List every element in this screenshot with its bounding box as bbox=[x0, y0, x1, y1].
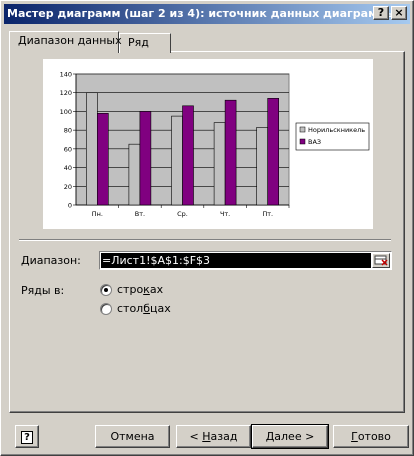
y-tick-label: 120 bbox=[60, 89, 72, 97]
y-tick-label: 80 bbox=[64, 127, 72, 135]
range-value: =Лист1!$A$1:$F$3 bbox=[101, 253, 371, 268]
bar bbox=[139, 111, 152, 206]
legend-label: ВАЗ bbox=[308, 138, 321, 146]
tab-data-range-label: Диапазон данных bbox=[18, 34, 122, 47]
legend-swatch bbox=[299, 126, 306, 133]
y-tick-label: 100 bbox=[60, 108, 72, 116]
columns-radio-label[interactable]: столбцах bbox=[117, 302, 171, 315]
finish-button[interactable]: Готово bbox=[333, 425, 409, 448]
bar bbox=[224, 99, 237, 206]
rows-radio[interactable] bbox=[100, 284, 112, 296]
chart-preview: 0 20 40 60 80 100 120 140 Пн. Вт. Ср. Чт. Пт. Норильс… bbox=[43, 59, 373, 229]
columns-radio[interactable] bbox=[100, 303, 112, 315]
rows-radio-label[interactable]: строках bbox=[117, 283, 163, 296]
bar bbox=[96, 112, 109, 206]
tab-series[interactable]: Ряд bbox=[119, 33, 171, 53]
x-tick-label: Пн. bbox=[92, 210, 103, 218]
legend-label: Норильскникель bbox=[308, 126, 365, 134]
bar bbox=[267, 98, 279, 206]
collapse-dialog-button[interactable] bbox=[372, 253, 390, 268]
y-tick-label: 140 bbox=[60, 71, 72, 79]
y-tick-label: 60 bbox=[64, 145, 72, 153]
title-close-button[interactable]: × bbox=[391, 6, 407, 20]
collapse-dialog-icon bbox=[374, 255, 388, 266]
x-tick-label: Чт. bbox=[220, 210, 230, 218]
help-icon: ? bbox=[21, 431, 33, 444]
next-button[interactable]: Далее > bbox=[251, 424, 329, 449]
bar bbox=[171, 115, 183, 206]
title-bar: Мастер диаграмм (шаг 2 из 4): источник д… bbox=[4, 4, 410, 24]
x-tick-label: Ср. bbox=[177, 210, 188, 218]
y-tick-label: 0 bbox=[68, 202, 72, 210]
y-tick-label: 40 bbox=[64, 164, 72, 172]
separator bbox=[19, 239, 391, 241]
series-in-label: Ряды в: bbox=[21, 284, 65, 297]
bar bbox=[256, 127, 268, 206]
help-button[interactable]: ? bbox=[15, 425, 39, 448]
bar bbox=[213, 122, 226, 206]
range-input[interactable]: =Лист1!$A$1:$F$3 bbox=[99, 251, 392, 270]
legend-swatch bbox=[299, 138, 306, 145]
bar bbox=[85, 92, 98, 206]
close-icon: × bbox=[394, 6, 404, 19]
bar bbox=[128, 143, 141, 206]
title-help-button[interactable]: ? bbox=[373, 6, 389, 20]
cancel-button[interactable]: Отмена bbox=[95, 425, 170, 448]
tab-data-range[interactable]: Диапазон данных bbox=[9, 31, 122, 53]
back-button[interactable]: < Назад bbox=[176, 425, 251, 448]
tab-series-label: Ряд bbox=[128, 36, 149, 49]
x-tick-label: Вт. bbox=[135, 210, 145, 218]
help-icon: ? bbox=[377, 6, 385, 19]
chart-wizard-dialog: Мастер диаграмм (шаг 2 из 4): источник д… bbox=[0, 0, 414, 456]
x-tick-label: Пт. bbox=[262, 210, 273, 218]
range-label: Диапазон: bbox=[21, 254, 81, 267]
bar bbox=[182, 105, 194, 206]
y-tick-label: 20 bbox=[64, 183, 72, 191]
chart-svg: 0 20 40 60 80 100 120 140 Пн. Вт. Ср. Чт. Пт. Норильс… bbox=[60, 71, 370, 218]
window-title: Мастер диаграмм (шаг 2 из 4): источник д… bbox=[7, 7, 397, 20]
